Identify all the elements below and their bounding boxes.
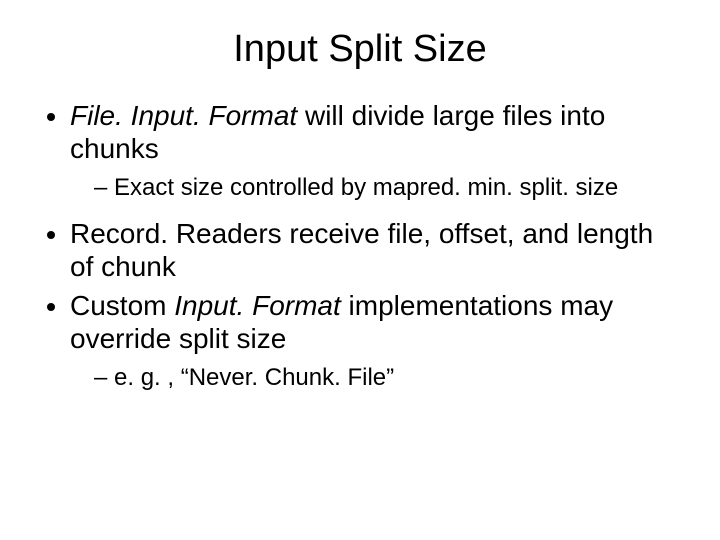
bullet-1: File. Input. Format will divide large fi… <box>70 99 680 203</box>
bullet-2: Record. Readers receive file, offset, an… <box>70 217 680 283</box>
bullet-3-sub-1: e. g. , “Never. Chunk. File” <box>94 363 680 393</box>
slide-title: Input Split Size <box>40 28 680 71</box>
bullet-1-sublist: Exact size controlled by mapred. min. sp… <box>70 173 680 203</box>
slide: Input Split Size File. Input. Format wil… <box>0 0 720 540</box>
bullet-list: File. Input. Format will divide large fi… <box>40 99 680 393</box>
bullet-1-italic: File. Input. Format <box>70 100 297 131</box>
bullet-3: Custom Input. Format implementations may… <box>70 289 680 393</box>
bullet-1-sub-1: Exact size controlled by mapred. min. sp… <box>94 173 680 203</box>
bullet-3-italic: Input. Format <box>174 290 341 321</box>
bullet-3-sublist: e. g. , “Never. Chunk. File” <box>70 363 680 393</box>
bullet-3-pre: Custom <box>70 290 174 321</box>
